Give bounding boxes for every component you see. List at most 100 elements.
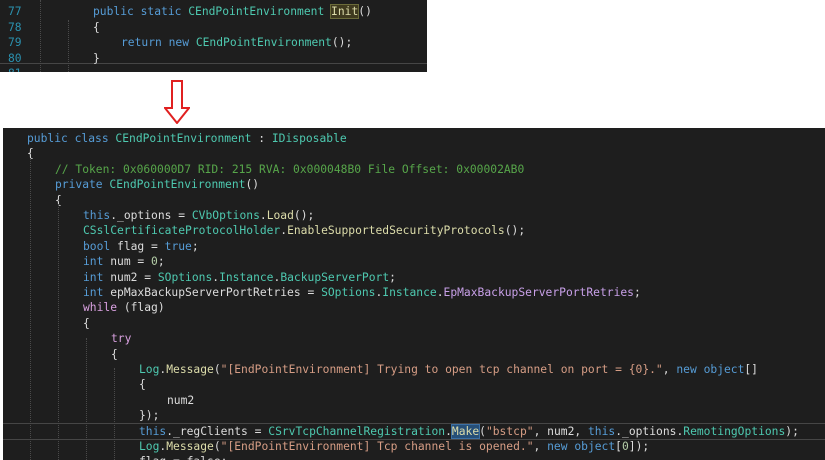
code-token: int	[83, 286, 111, 299]
code-token: EpMaxBackupServerPortRetries	[443, 286, 634, 299]
code-token: [	[615, 440, 622, 453]
code-token: .	[259, 209, 267, 222]
code-token: private	[55, 178, 110, 192]
code-token: ()	[245, 178, 260, 192]
code-token: ;	[157, 255, 165, 269]
code-token: ()	[358, 5, 372, 18]
code-token: ;	[633, 286, 641, 299]
code-token: this	[83, 209, 111, 222]
code-token: .	[615, 424, 623, 438]
code-token: Message	[166, 440, 214, 453]
code-token: public	[27, 132, 75, 145]
code-token: Instance	[382, 286, 437, 299]
line-number: 78	[8, 20, 22, 34]
code-token: CVbOptions	[191, 209, 260, 222]
code-token: ();	[504, 224, 526, 238]
code-token: epMaxBackupServerPortRetries	[110, 286, 301, 299]
code-token: (	[123, 301, 131, 315]
code-token: =	[300, 286, 322, 299]
code-token: =	[171, 209, 192, 222]
code-token: RemotingOptions	[683, 424, 786, 438]
line-number: 81	[8, 66, 38, 72]
code-token: static	[140, 5, 189, 18]
code-token: );	[785, 424, 799, 438]
code-token: Instance	[219, 270, 274, 284]
code-token: while	[83, 301, 124, 315]
code-token: []	[744, 363, 758, 376]
code-token: BackupServerPort	[280, 270, 390, 284]
code-token: ,	[662, 363, 677, 376]
code-token: {	[93, 20, 100, 34]
code-token: }	[93, 51, 100, 65]
code-token: SOptions	[157, 270, 213, 284]
code-token: new	[547, 440, 575, 453]
current-line-box	[0, 49, 427, 64]
code-token: _options	[117, 209, 172, 222]
line-number: 77	[8, 5, 22, 18]
code-token: this	[139, 424, 167, 438]
indent-guide	[40, 0, 41, 72]
code-token: CSslCertificateProtocolHolder	[83, 224, 281, 238]
indent-guide	[30, 158, 31, 460]
code-token: SOptions	[321, 286, 376, 299]
bottom-code-editor-panel: public class CEndPointEnvironment : IDis…	[3, 128, 825, 460]
code-token: 0	[151, 255, 158, 269]
code-token: "bstcp"	[485, 424, 534, 438]
code-token: ,	[533, 440, 548, 453]
down-arrow-icon	[164, 80, 190, 124]
line-number: 80	[8, 51, 22, 65]
code-token: try	[111, 332, 132, 346]
code-token: .	[445, 424, 452, 438]
code-token: return	[121, 36, 169, 49]
code-token: (	[213, 440, 221, 453]
code-token: ();	[331, 36, 353, 49]
code-token: EnableSupportedSecurityProtocols	[287, 224, 505, 238]
code-token: int	[83, 255, 111, 269]
code-token: Log	[139, 440, 160, 453]
indent-guide	[114, 368, 115, 460]
code-token: =	[144, 239, 165, 253]
indent-guide	[86, 338, 87, 460]
code-token: )	[157, 301, 165, 315]
code-token: ,	[533, 424, 548, 438]
code-token: public	[93, 5, 141, 18]
indent-guide	[58, 204, 59, 460]
code-token: num2	[110, 270, 138, 284]
code-token: .	[110, 209, 118, 222]
code-token: flag = false;	[139, 455, 227, 460]
code-token: ,	[574, 424, 588, 438]
code-token: ]);	[628, 440, 650, 453]
code-token: =	[247, 424, 269, 438]
code-token: CSrvTcpChannelRegistration	[268, 424, 446, 438]
code-token: new	[676, 363, 704, 376]
code-token: 0	[621, 440, 629, 453]
code-token: CEndPointEnvironment	[188, 5, 332, 18]
code-token: {	[111, 347, 118, 361]
code-token: Message	[166, 363, 214, 376]
code-token: =	[137, 270, 158, 284]
code-token: CEndPointEnvironment	[195, 36, 332, 49]
code-token: int	[83, 270, 111, 284]
code-token: true	[164, 239, 192, 253]
code-token: // Token: 0x060000D7 RID: 215 RVA: 0x000…	[55, 162, 525, 176]
code-token: (	[479, 424, 486, 438]
code-token: .	[166, 424, 174, 438]
code-token: class	[74, 132, 116, 145]
code-token: ();	[293, 209, 315, 222]
code-token: "[EndPointEnvironment] Trying to open tc…	[220, 363, 663, 376]
code-token: {	[83, 316, 90, 330]
indent-guide	[68, 20, 69, 72]
top-code-editor-panel: 77 public static CEndPointEnvironment Ini…	[0, 0, 427, 72]
code-token: _regClients	[173, 424, 248, 438]
code-token: });	[139, 409, 160, 423]
code-token: _options	[622, 424, 677, 438]
code-token: flag	[130, 301, 158, 315]
code-token: ;	[389, 270, 396, 284]
code-token: this	[588, 424, 616, 438]
code-token: "[EndPointEnvironment] Tcp channel is op…	[220, 440, 534, 453]
code-token: flag	[117, 239, 145, 253]
code-token: ;	[191, 239, 199, 253]
highlighted-method-token: Init	[330, 4, 360, 19]
highlighted-method-token: Make	[450, 423, 481, 439]
code-token: num2	[547, 424, 575, 438]
